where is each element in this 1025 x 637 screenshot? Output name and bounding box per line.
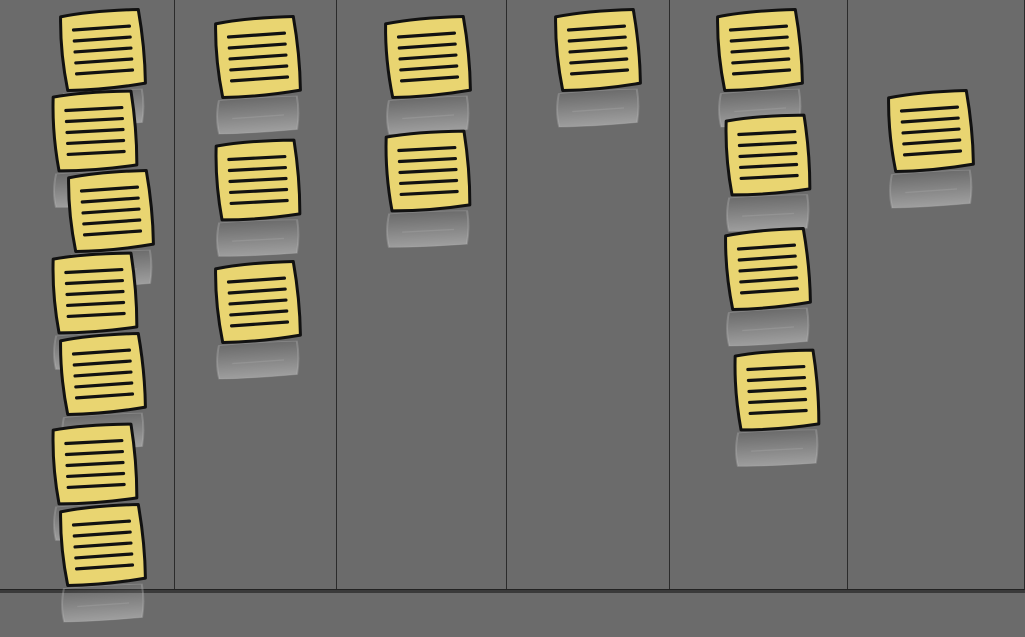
sticky-note-card[interactable] xyxy=(383,129,473,263)
note-reflection xyxy=(726,307,810,347)
sticky-note-icon xyxy=(51,251,139,335)
sticky-note-icon xyxy=(716,7,804,93)
sticky-note-card[interactable] xyxy=(553,7,643,142)
sticky-note-icon xyxy=(733,348,821,432)
sticky-note-card[interactable] xyxy=(886,88,976,223)
sticky-note-icon xyxy=(384,14,472,100)
sticky-note-icon xyxy=(384,129,472,213)
sticky-note-icon xyxy=(59,502,147,588)
sticky-note-card[interactable] xyxy=(213,14,303,149)
sticky-note-icon xyxy=(51,89,139,173)
sticky-note-card[interactable] xyxy=(213,259,303,394)
sticky-note-card[interactable] xyxy=(213,138,303,272)
sticky-note-icon xyxy=(59,331,147,417)
note-reflection xyxy=(735,429,819,467)
sticky-note-card[interactable] xyxy=(723,226,813,361)
sticky-note-icon xyxy=(554,7,642,93)
sticky-note-icon xyxy=(67,168,155,254)
note-reflection xyxy=(386,210,470,248)
note-reflection xyxy=(216,219,300,257)
sticky-note-icon xyxy=(214,138,302,222)
note-reflection xyxy=(726,194,810,232)
board-column-6[interactable] xyxy=(848,0,1025,589)
note-reflection xyxy=(556,88,640,128)
note-reflection xyxy=(216,95,300,135)
note-reflection xyxy=(889,169,973,209)
sticky-note-card[interactable] xyxy=(383,14,473,149)
sticky-note-icon xyxy=(214,259,302,345)
sticky-note-icon xyxy=(51,422,139,506)
sticky-note-icon xyxy=(724,226,812,312)
sticky-note-card[interactable] xyxy=(58,502,148,637)
board-floor xyxy=(0,589,1025,593)
sticky-note-icon xyxy=(887,88,975,174)
kanban-board xyxy=(0,0,1025,623)
sticky-note-card[interactable] xyxy=(732,348,822,482)
note-reflection xyxy=(386,95,470,135)
sticky-note-icon xyxy=(59,7,147,93)
sticky-note-icon xyxy=(724,113,812,197)
note-reflection xyxy=(61,583,145,623)
sticky-note-icon xyxy=(214,14,302,100)
note-reflection xyxy=(216,340,300,380)
